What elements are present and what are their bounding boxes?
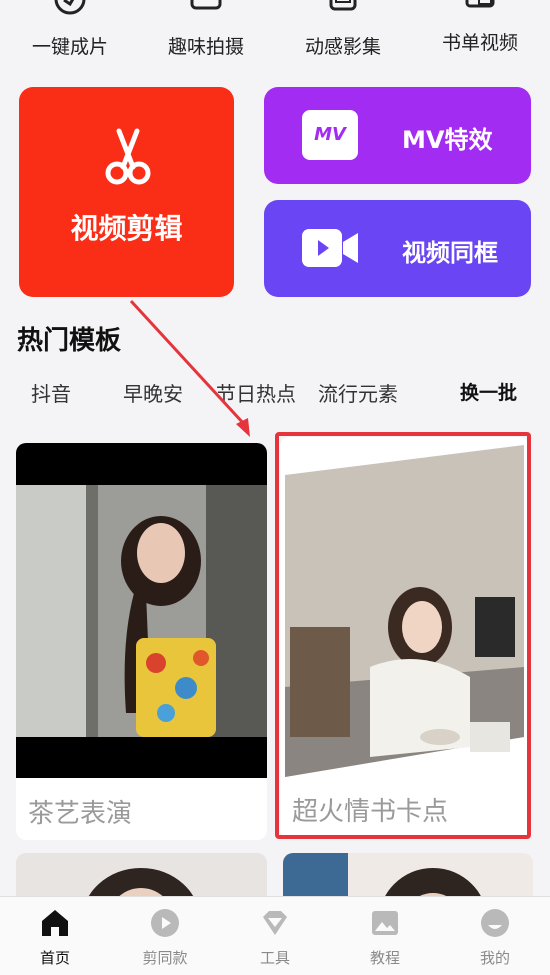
video-duet-tile[interactable]: 视频同框 (264, 200, 531, 297)
home-icon (42, 910, 68, 936)
nav-tools[interactable]: 工具 (220, 897, 330, 975)
template-card[interactable]: 茶艺表演 (16, 443, 267, 840)
mv-icon-badge: MV (314, 124, 346, 145)
nav-home[interactable]: 首页 (0, 897, 110, 975)
quick-action-booklist[interactable]: 书单视频 (420, 0, 540, 72)
nav-tutorials[interactable]: 教程 (330, 897, 440, 975)
nav-label: 首页 (39, 949, 70, 967)
quick-action-label: 一键成片 (31, 36, 108, 58)
booklist-icon (465, 0, 495, 8)
play-icon (151, 909, 179, 937)
nav-label: 工具 (259, 949, 290, 967)
quick-action-label: 书单视频 (441, 32, 518, 54)
tab-trending[interactable]: 流行元素 (318, 378, 398, 407)
video-camera-icon (302, 229, 358, 267)
video-edit-tile[interactable]: 视频剪辑 (19, 87, 234, 297)
scissors-icon (105, 128, 151, 185)
diamond-icon (263, 911, 287, 935)
nav-label: 剪同款 (142, 949, 188, 967)
highlight-box (275, 432, 531, 839)
camera-icon (190, 0, 222, 10)
one-click-icon (54, 0, 86, 15)
quick-action-one-click[interactable]: 一键成片 (10, 0, 130, 72)
profile-icon (481, 909, 509, 937)
refresh-button[interactable]: 换一批 (460, 378, 517, 405)
nav-label: 我的 (479, 949, 510, 967)
video-edit-label: 视频剪辑 (70, 212, 183, 245)
quick-action-fun-shoot[interactable]: 趣味拍摄 (146, 0, 266, 72)
nav-templates[interactable]: 剪同款 (110, 897, 220, 975)
quick-action-album[interactable]: 动感影集 (283, 0, 403, 72)
album-icon (329, 0, 357, 11)
tab-holiday-hot[interactable]: 节日热点 (216, 378, 296, 407)
tab-morning-night[interactable]: 早晚安 (123, 378, 183, 407)
quick-actions-row: 一键成片 趣味拍摄 动感影集 书单视频 (0, 0, 550, 72)
template-title: 茶艺表演 (28, 799, 133, 829)
nav-profile[interactable]: 我的 (440, 897, 550, 975)
image-icon (372, 911, 398, 935)
bottom-nav: 首页 剪同款 工具 教程 我的 (0, 896, 550, 975)
quick-action-label: 动感影集 (304, 36, 381, 58)
tab-douyin[interactable]: 抖音 (31, 378, 71, 407)
mv-icon: MV (302, 110, 358, 160)
section-title: 热门模板 (17, 326, 122, 356)
mv-effects-label: MV特效 (402, 126, 493, 154)
nav-label: 教程 (369, 949, 400, 967)
mv-effects-tile[interactable]: MV MV特效 (264, 87, 531, 184)
quick-action-label: 趣味拍摄 (167, 36, 244, 58)
template-thumbnail (16, 443, 267, 778)
video-duet-label: 视频同框 (402, 239, 498, 267)
